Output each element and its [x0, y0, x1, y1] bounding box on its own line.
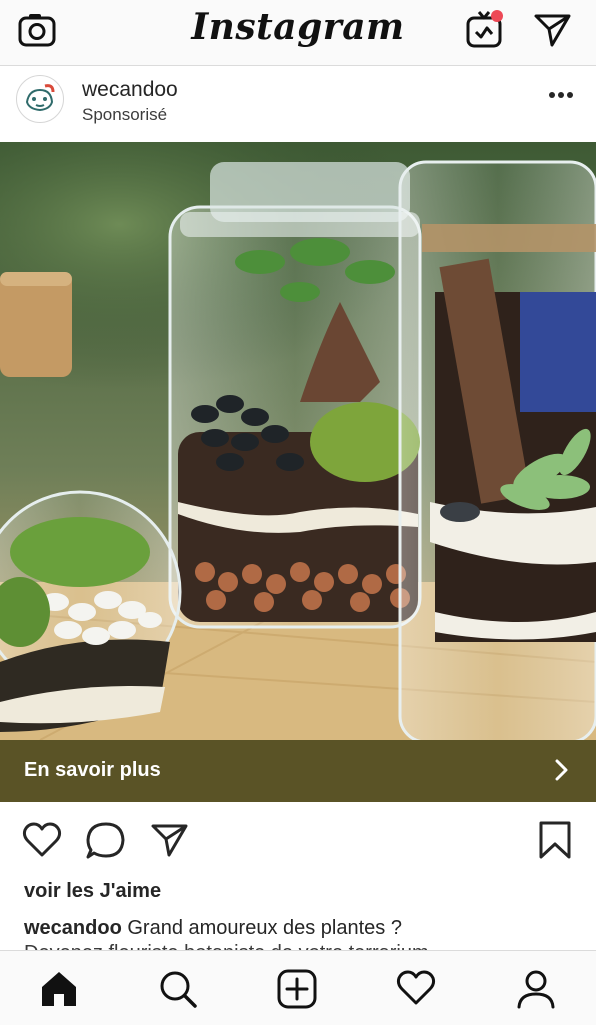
post-actions: [0, 802, 596, 874]
right-jar: [398, 160, 596, 740]
bookmark-icon[interactable]: [537, 820, 573, 865]
igtv-icon[interactable]: [466, 8, 506, 50]
sponsored-label: Sponsorisé: [82, 105, 168, 124]
share-icon[interactable]: [150, 822, 190, 863]
heart-icon[interactable]: [22, 822, 62, 863]
search-icon[interactable]: [158, 969, 198, 1009]
post-header: wecandoo Sponsorisé: [0, 66, 596, 142]
learn-more-label: En savoir plus: [24, 759, 161, 781]
app-logo: Instagram: [191, 6, 405, 48]
comment-icon[interactable]: [86, 822, 126, 865]
middle-jar: [168, 162, 422, 629]
caption-username[interactable]: wecandoo: [24, 917, 122, 939]
post-photo[interactable]: [0, 142, 596, 740]
terrarium-photo: [0, 142, 596, 740]
post-username[interactable]: wecandoo: [82, 78, 178, 102]
notification-dot: [491, 10, 503, 22]
top-bar: Instagram: [0, 0, 596, 66]
likes-link[interactable]: voir les J'aime: [24, 880, 161, 903]
new-post-icon[interactable]: [277, 969, 317, 1009]
more-horizontal-icon[interactable]: [548, 86, 574, 104]
wecandoo-logo: [18, 77, 62, 121]
chevron-right-icon: [554, 758, 570, 787]
caption-text: Grand amoureux des plantes ?: [127, 917, 402, 939]
bottom-nav: [0, 950, 596, 1025]
profile-icon[interactable]: [516, 969, 556, 1009]
direct-send-icon[interactable]: [533, 12, 573, 48]
learn-more-bar[interactable]: En savoir plus: [0, 740, 596, 802]
post-caption: wecandoo Grand amoureux des plantes ?: [24, 917, 402, 940]
activity-heart-icon[interactable]: [396, 969, 436, 1009]
avatar[interactable]: [16, 75, 64, 123]
home-icon[interactable]: [39, 969, 79, 1009]
